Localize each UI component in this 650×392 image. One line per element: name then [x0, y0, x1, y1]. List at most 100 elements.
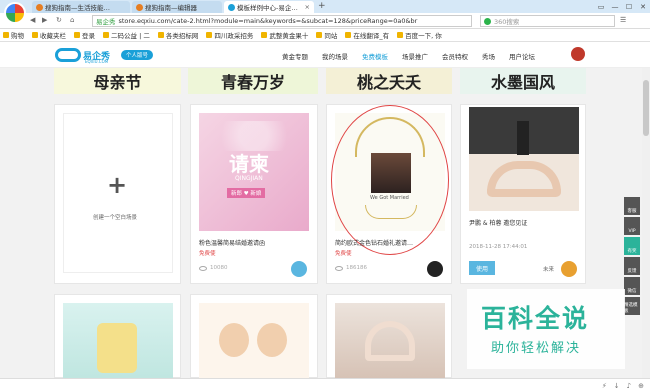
search-input[interactable]: 360搜索 — [480, 15, 615, 27]
browser-logo-icon[interactable] — [4, 2, 26, 24]
thumb-names: 新郎 ♥ 新娘 — [227, 188, 266, 198]
banner-youth[interactable]: 青春万岁 — [188, 68, 318, 94]
side-tool-wechat[interactable]: 微信 — [624, 277, 640, 295]
side-tool-reward[interactable]: 有奖 — [624, 237, 640, 255]
browser-tab-1[interactable]: 搜狗指南—生活技能… — [32, 1, 130, 13]
back-icon[interactable]: ◀ — [30, 16, 35, 24]
menu-icon[interactable]: ☰ — [620, 16, 626, 24]
eye-icon — [335, 265, 343, 271]
side-tool-vip[interactable]: VIP — [624, 217, 640, 235]
address-bar: ◀ ▶ ↻ ⌂ 易企秀 store.eqxiu.com/cate-2.html?… — [0, 13, 650, 29]
restore-icon[interactable]: ▭ — [594, 0, 608, 13]
page-scrollbar[interactable] — [642, 68, 650, 378]
heart-hands — [487, 161, 561, 197]
url-input[interactable]: 易企秀 store.eqxiu.com/cate-2.html?module=m… — [92, 15, 472, 27]
author-avatar[interactable] — [427, 261, 443, 277]
tab-favicon-icon — [136, 3, 143, 11]
author-avatar[interactable] — [291, 261, 307, 277]
scrollbar-thumb[interactable] — [643, 80, 649, 136]
nav-item[interactable]: 秀场 — [482, 51, 495, 61]
nav-item[interactable]: 我的场景 — [322, 51, 348, 61]
bookmark-item[interactable]: 购物 — [3, 30, 24, 40]
template-card[interactable]: We Got Married 简约欧式金色钻石婚礼邀请… 免费使 186186 — [326, 104, 452, 284]
bookmark-item[interactable]: 各类招标网 — [157, 30, 198, 40]
browser-tab-bar: 搜狗指南—生活技能… 搜狗指南—编辑器 模板样例中心-易企… × + ▭ — ☐… — [0, 0, 650, 24]
site-logo[interactable]: 易企秀 EQXIU.COM — [55, 48, 110, 64]
plus-icon: + — [107, 171, 128, 199]
nav-item[interactable]: 场景推广 — [402, 51, 428, 61]
speed-icon[interactable]: ⚡ — [602, 382, 607, 390]
logo-subtext: EQXIU.COM — [85, 59, 109, 64]
bookmark-item[interactable]: 四川政采招务 — [206, 30, 253, 40]
template-card[interactable]: 尹鹏 & 柏蓉 邀您见证 2018-11-28 17:44:01 使用 未来 — [460, 104, 586, 284]
author-name[interactable]: 未来 — [543, 265, 554, 273]
watermark-subtitle: 助你轻松解决 — [491, 341, 582, 356]
bookmark-item[interactable]: 登录 — [74, 30, 95, 40]
use-button[interactable]: 使用 — [469, 261, 495, 275]
watermark-title: 百科全说 — [481, 304, 590, 333]
user-avatar[interactable] — [571, 47, 585, 61]
template-card[interactable] — [190, 294, 318, 379]
zoom-icon[interactable]: ⊕ — [638, 382, 644, 390]
member-pill-button[interactable]: 个人版号 — [121, 50, 154, 60]
nav-item[interactable]: 用户论坛 — [509, 51, 535, 61]
forward-icon[interactable]: ▶ — [42, 16, 47, 24]
eqxiu-logo-icon — [55, 48, 81, 62]
refresh-icon[interactable]: ↻ — [56, 16, 62, 24]
template-title[interactable]: 简约欧式金色钻石婚礼邀请… — [335, 238, 413, 247]
view-count: 10080 — [199, 265, 228, 271]
thumb-title: 请柬 — [229, 152, 269, 176]
price-tag: 免费使 — [335, 251, 352, 257]
search-placeholder: 360搜索 — [494, 18, 520, 26]
nav-item[interactable]: 黄金专题 — [282, 51, 308, 61]
bookmark-item[interactable]: 武整黄金果十 — [261, 30, 308, 40]
browser-tab-2[interactable]: 搜狗指南—编辑器 — [132, 1, 222, 13]
side-tool-service[interactable]: 客服 — [624, 197, 640, 215]
side-tool-feedback[interactable]: 反馈 — [624, 257, 640, 275]
tab-label: 模板样例中心-易企… — [237, 4, 298, 12]
bookmark-item[interactable]: 在线翻译_有 — [345, 30, 389, 40]
download-icon[interactable]: ↓ — [614, 382, 620, 390]
banner-mothers-day[interactable]: 母亲节 — [54, 68, 181, 94]
author-avatar[interactable] — [561, 261, 577, 277]
close-window-icon[interactable]: ✕ — [636, 0, 650, 13]
sound-icon[interactable]: ♪ — [627, 382, 631, 390]
maximize-icon[interactable]: ☐ — [622, 0, 636, 13]
close-tab-icon[interactable]: × — [305, 3, 310, 11]
template-card[interactable] — [54, 294, 181, 379]
create-blank-card[interactable]: + 创建一个空白场景 — [54, 104, 181, 284]
home-icon[interactable]: ⌂ — [70, 16, 74, 24]
create-label: 创建一个空白场景 — [93, 215, 138, 221]
price-tag: 免费使 — [199, 251, 216, 257]
minimize-icon[interactable]: — — [608, 0, 622, 13]
bookmark-item[interactable]: 收藏夹栏 — [32, 30, 66, 40]
highlight-ellipse — [331, 105, 449, 255]
url-text: store.eqxiu.com/cate-2.html?module=main&… — [118, 17, 418, 25]
nav-item-active[interactable]: 免费模板 — [362, 51, 388, 61]
template-title[interactable]: 尹鹏 & 柏蓉 邀您见证 — [469, 218, 527, 227]
tab-label: 搜狗指南—生活技能… — [45, 4, 110, 12]
view-count: 186186 — [335, 265, 367, 271]
thumb-subtitle: QINGJIAN — [235, 175, 263, 182]
tab-favicon-icon — [228, 3, 235, 11]
template-thumbnail — [469, 107, 579, 211]
template-card[interactable] — [326, 294, 452, 379]
nav-item[interactable]: 会员特权 — [442, 51, 468, 61]
bookmark-item[interactable]: 同站 — [316, 30, 337, 40]
new-tab-button[interactable]: + — [318, 1, 326, 11]
side-tool-featured[interactable]: 精选模板 — [624, 297, 640, 315]
template-thumbnail — [199, 303, 309, 379]
template-thumbnail — [335, 303, 445, 379]
site-header: 易企秀 EQXIU.COM 个人版号 黄金专题 我的场景 免费模板 场景推广 会… — [0, 42, 650, 68]
banner-ink-style[interactable]: 水墨国风 — [460, 68, 586, 94]
bookmark-item[interactable]: 二码公益 | 二 — [103, 30, 150, 40]
browser-tab-3[interactable]: 模板样例中心-易企… × — [224, 1, 314, 13]
browser-status-bar: ⚡ ↓ ♪ ⊕ — [0, 378, 650, 392]
banner-peach[interactable]: 桃之夭夭 — [326, 68, 452, 94]
search-engine-icon — [484, 17, 491, 25]
template-title[interactable]: 粉色温馨简易结婚邀请函 — [199, 238, 265, 247]
template-card[interactable]: 请柬 QINGJIAN 新郎 ♥ 新娘 粉色温馨简易结婚邀请函 免费使 1008… — [190, 104, 318, 284]
side-toolbar: 客服 VIP 有奖 反馈 微信 精选模板 — [624, 197, 640, 315]
tab-label: 搜狗指南—编辑器 — [145, 4, 197, 12]
bookmark-item[interactable]: 百度一下, 你 — [397, 30, 442, 40]
